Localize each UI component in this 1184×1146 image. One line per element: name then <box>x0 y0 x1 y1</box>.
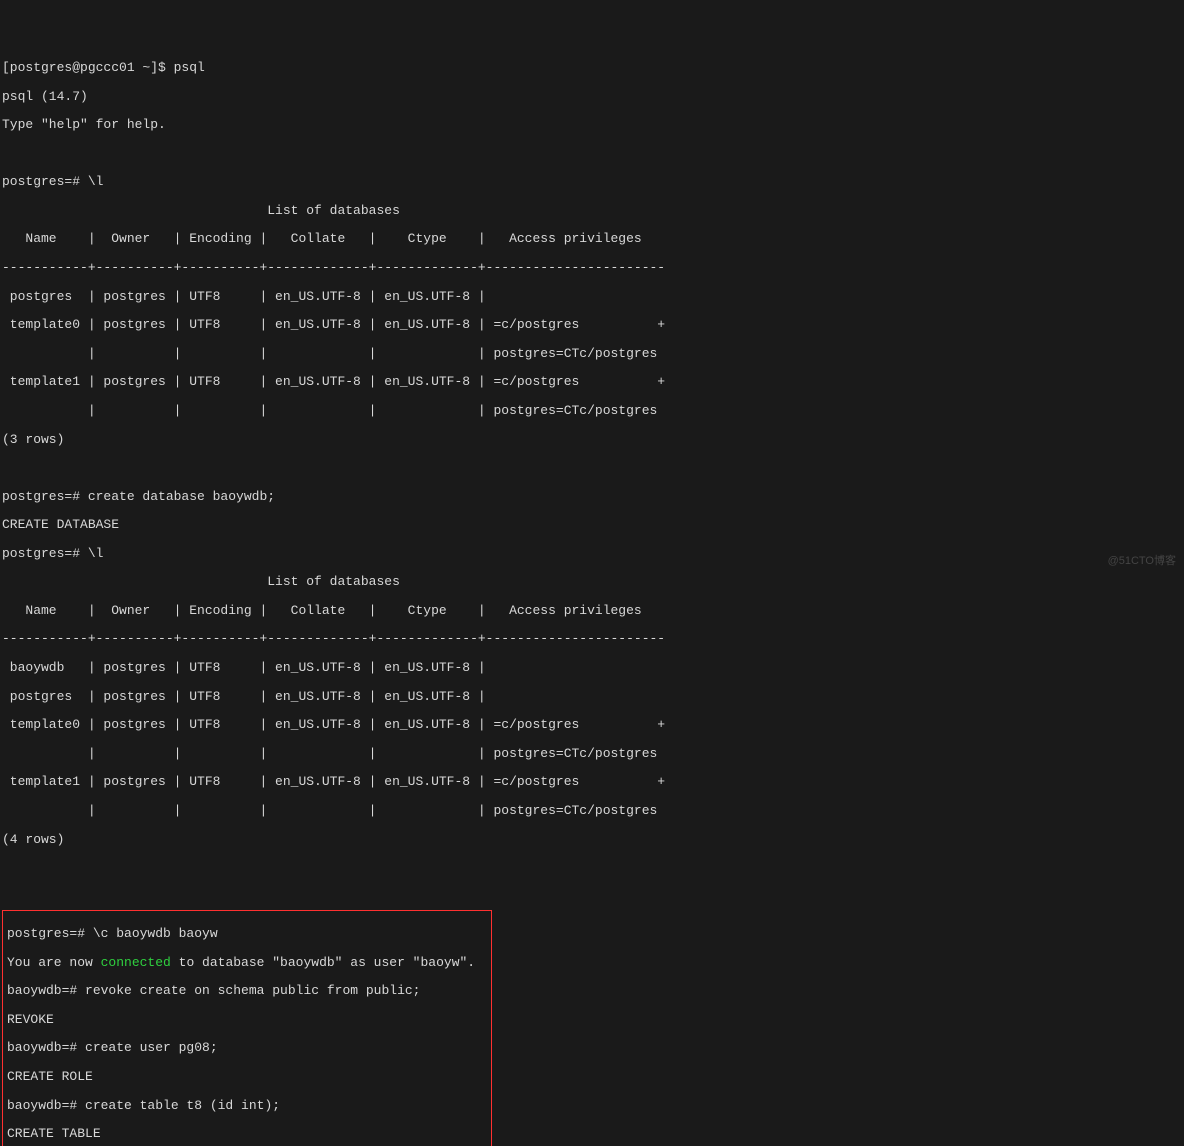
connected-prefix: You are now <box>7 955 101 970</box>
create-user-command-line: baoywdb=# create user pg08; <box>7 1041 487 1055</box>
shell-prompt-line: [postgres@pgccc01 ~]$ psql <box>2 61 1182 75</box>
table-row: template0 | postgres | UTF8 | en_US.UTF-… <box>2 318 1182 332</box>
table-header-line: Name | Owner | Encoding | Collate | Ctyp… <box>2 604 1182 618</box>
table-title-line: List of databases <box>2 204 1182 218</box>
connected-message-line: You are now connected to database "baoyw… <box>7 956 487 970</box>
table-row: | | | | | postgres=CTc/postgres <box>2 804 1182 818</box>
connected-keyword: connected <box>101 955 171 970</box>
psql-version-line: psql (14.7) <box>2 90 1182 104</box>
table-row: template1 | postgres | UTF8 | en_US.UTF-… <box>2 375 1182 389</box>
revoke-command-line: baoywdb=# revoke create on schema public… <box>7 984 487 998</box>
list-db-command-line: postgres=# \l <box>2 547 1182 561</box>
connected-suffix: to database "baoywdb" as user "baoyw". <box>171 955 475 970</box>
list-db-command-line: postgres=# \l <box>2 175 1182 189</box>
table-row: template0 | postgres | UTF8 | en_US.UTF-… <box>2 718 1182 732</box>
connect-command-line: postgres=# \c baoywdb baoyw <box>7 927 487 941</box>
create-db-command-line: postgres=# create database baoywdb; <box>2 490 1182 504</box>
create-table-command-line: baoywdb=# create table t8 (id int); <box>7 1099 487 1113</box>
create-role-result-line: CREATE ROLE <box>7 1070 487 1084</box>
table-row: | | | | | postgres=CTc/postgres <box>2 404 1182 418</box>
table-header-line: Name | Owner | Encoding | Collate | Ctyp… <box>2 232 1182 246</box>
table-row: postgres | postgres | UTF8 | en_US.UTF-8… <box>2 690 1182 704</box>
row-count-line: (4 rows) <box>2 833 1182 847</box>
table-row: baoywdb | postgres | UTF8 | en_US.UTF-8 … <box>2 661 1182 675</box>
blank-line <box>2 461 1182 475</box>
highlighted-session-box: postgres=# \c baoywdb baoyw You are now … <box>2 910 492 1146</box>
blank-line <box>2 147 1182 161</box>
revoke-result-line: REVOKE <box>7 1013 487 1027</box>
table-title-line: List of databases <box>2 575 1182 589</box>
help-hint-line: Type "help" for help. <box>2 118 1182 132</box>
table-row: template1 | postgres | UTF8 | en_US.UTF-… <box>2 775 1182 789</box>
table-row: | | | | | postgres=CTc/postgres <box>2 747 1182 761</box>
blank-line <box>2 861 1182 875</box>
create-table-result-line: CREATE TABLE <box>7 1127 487 1141</box>
table-row: postgres | postgres | UTF8 | en_US.UTF-8… <box>2 290 1182 304</box>
table-separator-line: -----------+----------+----------+------… <box>2 261 1182 275</box>
watermark-text: @51CTO博客 <box>1108 555 1176 567</box>
table-row: | | | | | postgres=CTc/postgres <box>2 347 1182 361</box>
table-separator-line: -----------+----------+----------+------… <box>2 632 1182 646</box>
create-db-result-line: CREATE DATABASE <box>2 518 1182 532</box>
row-count-line: (3 rows) <box>2 433 1182 447</box>
